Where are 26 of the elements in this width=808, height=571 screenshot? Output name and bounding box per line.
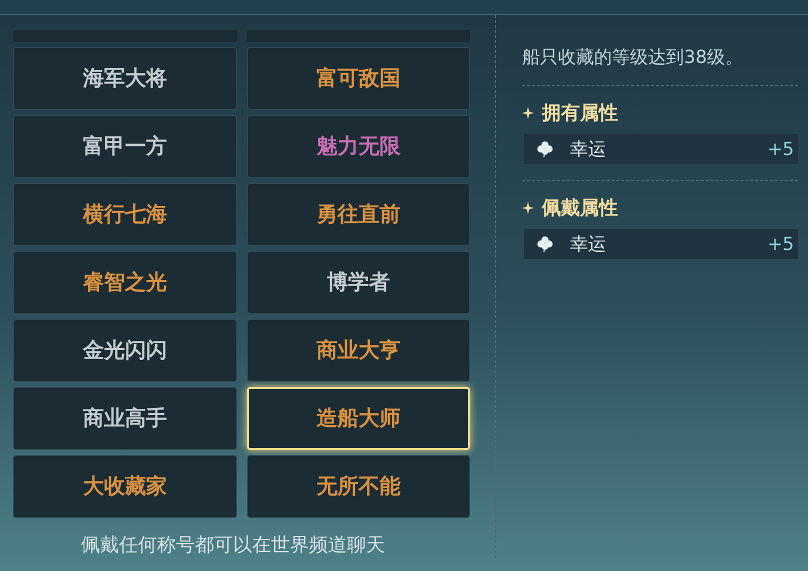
title-tile[interactable]: 海军大将 [13, 47, 237, 110]
sparkle-icon [522, 202, 534, 214]
title-tile[interactable]: 睿智之光 [13, 251, 237, 314]
title-tile[interactable]: 富可敌国 [247, 47, 470, 110]
section-heading: 拥有属性 [542, 101, 618, 126]
sparkle-icon [522, 107, 534, 119]
footer-note: 佩戴任何称号都可以在世界频道聊天 [80, 533, 386, 558]
attribute-name: 幸运 [570, 233, 607, 256]
title-tile[interactable]: 富甲一方 [13, 115, 237, 178]
clover-icon [536, 235, 554, 253]
title-tile[interactable]: 无所不能 [247, 455, 470, 518]
title-tile[interactable]: 勇往直前 [247, 183, 470, 246]
title-tile[interactable]: 大收藏家 [13, 455, 237, 518]
title-tile[interactable]: 金光闪闪 [13, 319, 237, 382]
title-tile[interactable]: 魅力无限 [247, 115, 470, 178]
title-tile[interactable]: 造船大师 [247, 387, 470, 450]
requirement-text: 船只收藏的等级达到38级。 [522, 46, 744, 69]
title-tile[interactable]: 横行七海 [13, 183, 237, 246]
title-tile[interactable]: 博学者 [247, 251, 470, 314]
title-tile[interactable]: 商业大亨 [247, 319, 470, 382]
attribute-name: 幸运 [570, 138, 607, 161]
clover-icon [536, 140, 554, 158]
section-heading: 佩戴属性 [542, 196, 618, 221]
attribute-value: +5 [767, 138, 794, 160]
attribute-value: +5 [767, 234, 794, 254]
title-tile[interactable]: 商业高手 [13, 387, 237, 450]
